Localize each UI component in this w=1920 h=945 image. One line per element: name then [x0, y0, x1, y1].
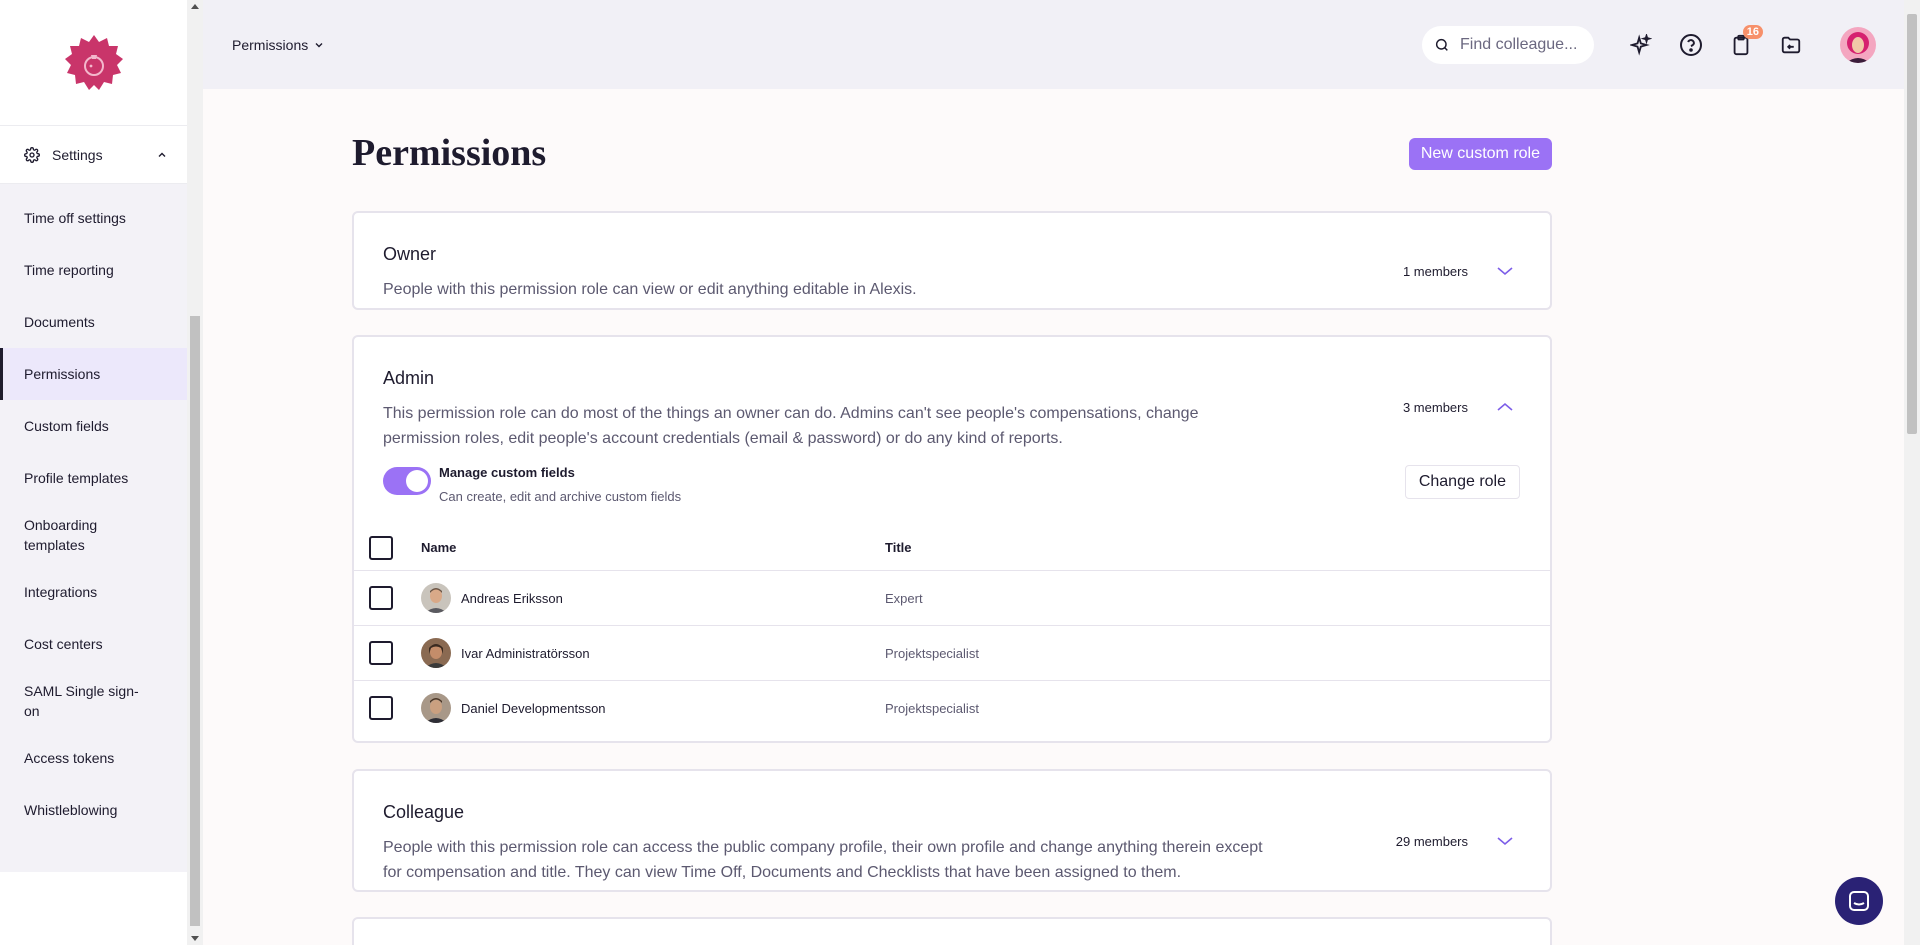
new-custom-role-button[interactable]: New custom role [1408, 138, 1552, 170]
chat-support-button[interactable] [1835, 877, 1883, 925]
settings-section-toggle[interactable]: Settings [0, 126, 187, 184]
sidebar-item-integrations[interactable]: Integrations [0, 566, 187, 618]
colleague-search [1422, 25, 1594, 64]
person-name: Ivar Administratörsson [461, 645, 590, 661]
person-name: Daniel Developmentsson [461, 700, 606, 716]
top-bar: Permissions 16 [203, 0, 1904, 89]
sidebar-item-whistleblowing[interactable]: Whistleblowing [0, 784, 187, 836]
role-card-colleague: Colleague People with this permission ro… [352, 769, 1552, 892]
column-header-name[interactable]: Name [421, 540, 885, 555]
members-count: 29 members [1395, 834, 1468, 849]
breadcrumb-dropdown[interactable]: Permissions [232, 37, 324, 53]
sidebar-item-custom-fields[interactable]: Custom fields [0, 400, 187, 452]
scroll-down-arrow-icon[interactable] [191, 936, 199, 941]
manage-custom-fields-toggle[interactable] [383, 467, 431, 495]
user-avatar[interactable] [1840, 26, 1876, 63]
inbox-button[interactable] [1777, 31, 1805, 59]
sidebar-item-saml-sso[interactable]: SAML Single sign-on [0, 670, 154, 732]
sidebar-item-time-off-settings[interactable]: Time off settings [0, 192, 187, 244]
select-all-checkbox[interactable] [369, 535, 393, 560]
role-title: Admin [383, 368, 435, 388]
folder-return-icon [1781, 36, 1801, 53]
chevron-down-icon [315, 42, 323, 47]
tasks-button[interactable]: 16 [1727, 24, 1763, 59]
sidebar-footer [0, 873, 187, 945]
role-description: People with this permission role can acc… [383, 839, 1263, 881]
help-button[interactable] [1677, 31, 1705, 59]
table-header: Name Title [354, 525, 1550, 570]
breadcrumb-label: Permissions [232, 36, 309, 53]
role-card-next [352, 917, 1552, 945]
chevron-up-icon [158, 152, 166, 157]
page-scrollbar[interactable] [1904, 0, 1920, 945]
gear-icon [24, 146, 40, 163]
members-count: 1 members [1402, 264, 1468, 279]
toggle-knob [406, 470, 428, 492]
role-title: Colleague [383, 802, 465, 822]
sidebar: Settings Time off settings Time reportin… [0, 0, 187, 945]
company-logo-icon [64, 34, 123, 90]
avatar [421, 583, 451, 613]
role-card-admin: Admin This permission role can do most o… [352, 335, 1552, 743]
table-row[interactable]: Daniel Developmentsson Projektspecialist [354, 680, 1550, 735]
page-scrollbar-thumb[interactable] [1907, 14, 1917, 434]
sidebar-item-cost-centers[interactable]: Cost centers [0, 618, 187, 670]
avatar [421, 638, 451, 668]
expand-chevron-down-icon[interactable] [1496, 835, 1514, 847]
person-title: Expert [885, 590, 923, 606]
change-role-button[interactable]: Change role [1404, 465, 1520, 499]
chat-icon [1849, 891, 1869, 911]
notification-badge: 16 [1742, 24, 1763, 39]
toggle-description: Can create, edit and archive custom fiel… [439, 489, 682, 504]
search-icon [1435, 38, 1448, 51]
sidebar-item-access-tokens[interactable]: Access tokens [0, 732, 187, 784]
sidebar-item-profile-templates[interactable]: Profile templates [0, 452, 187, 504]
members-table: Name Title Andreas Eriksson Expert Ivar … [354, 525, 1550, 735]
person-name: Andreas Eriksson [461, 590, 563, 606]
role-title: Owner [383, 244, 437, 264]
expand-chevron-down-icon[interactable] [1496, 265, 1514, 277]
person-title: Projektspecialist [885, 700, 979, 716]
row-checkbox[interactable] [369, 696, 393, 720]
sidebar-scrollbar[interactable] [187, 0, 203, 945]
sidebar-item-time-reporting[interactable]: Time reporting [0, 244, 187, 296]
column-header-title[interactable]: Title [885, 540, 912, 555]
person-title: Projektspecialist [885, 645, 979, 661]
company-logo[interactable] [0, 0, 187, 126]
scroll-up-arrow-icon[interactable] [191, 4, 199, 9]
collapse-chevron-up-icon[interactable] [1496, 401, 1514, 413]
page-title: Permissions [352, 132, 547, 174]
sidebar-item-onboarding-templates[interactable]: Onboarding templates [0, 504, 154, 566]
sidebar-scrollbar-thumb[interactable] [190, 316, 200, 926]
role-card-owner: Owner People with this permission role c… [352, 211, 1552, 310]
user-avatar-image [1840, 26, 1876, 63]
search-input[interactable] [1460, 35, 1580, 54]
role-description: This permission role can do most of the … [383, 405, 1199, 447]
help-icon [1680, 33, 1702, 56]
table-row[interactable]: Ivar Administratörsson Projektspecialist [354, 625, 1550, 680]
role-description: People with this permission role can vie… [383, 281, 917, 298]
sparkle-icon [1630, 33, 1652, 56]
members-count: 3 members [1402, 400, 1468, 415]
manage-custom-fields-setting: Manage custom fields Can create, edit an… [354, 465, 1550, 525]
toggle-title: Manage custom fields [439, 465, 575, 480]
settings-nav: Time off settings Time reporting Documen… [0, 184, 187, 872]
avatar [421, 693, 451, 723]
sidebar-item-documents[interactable]: Documents [0, 296, 187, 348]
row-checkbox[interactable] [369, 586, 393, 610]
table-row[interactable]: Andreas Eriksson Expert [354, 570, 1550, 625]
sidebar-item-permissions[interactable]: Permissions [0, 348, 187, 400]
ai-sparkle-button[interactable] [1627, 31, 1655, 59]
settings-label: Settings [52, 146, 103, 163]
row-checkbox[interactable] [369, 641, 393, 665]
